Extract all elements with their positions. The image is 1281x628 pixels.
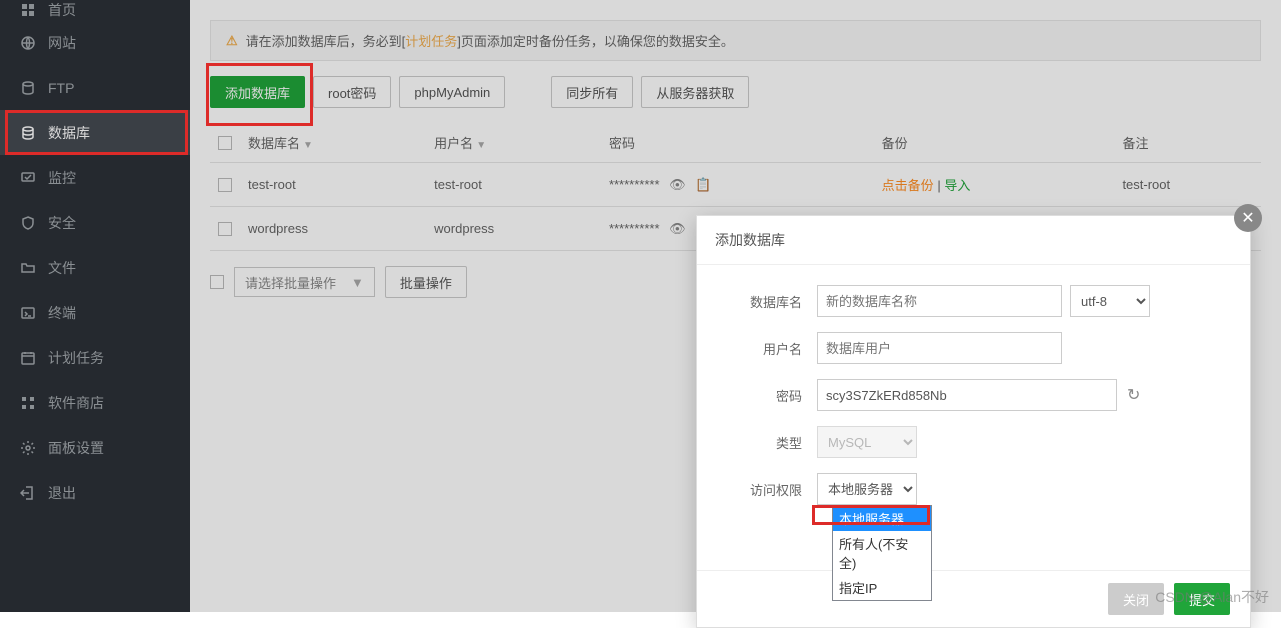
db-user-input[interactable] [817,332,1062,364]
db-access-select[interactable]: 本地服务器 [817,473,917,505]
label-db-name: 数据库名 [727,292,817,311]
db-password-input[interactable] [817,379,1117,411]
label-access: 访问权限 [727,480,817,499]
modal-title: 添加数据库 [697,216,1250,265]
charset-select[interactable]: utf-8 [1070,285,1150,317]
close-icon[interactable]: ✕ [1234,204,1262,232]
access-option-ip[interactable]: 指定IP [833,575,931,600]
db-name-input[interactable] [817,285,1062,317]
watermark: CSDN @Alan不好 [1155,587,1269,607]
label-type: 类型 [727,433,817,452]
access-option-all[interactable]: 所有人(不安全) [833,531,931,575]
refresh-icon[interactable]: ↻ [1127,385,1140,405]
access-dropdown: 本地服务器 所有人(不安全) 指定IP [832,505,932,601]
db-type-select: MySQL [817,426,917,458]
label-password: 密码 [727,386,817,405]
add-database-modal: ✕ 添加数据库 数据库名 utf-8 用户名 密码 ↻ 类型 MySQL 访问权… [696,215,1251,628]
access-option-local[interactable]: 本地服务器 [833,506,931,531]
label-user: 用户名 [727,339,817,358]
